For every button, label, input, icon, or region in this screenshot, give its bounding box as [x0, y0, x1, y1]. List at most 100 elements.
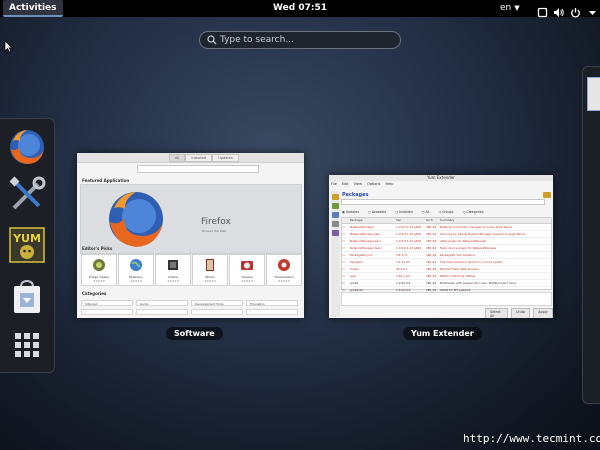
- search-input[interactable]: [220, 33, 395, 47]
- groups-icon[interactable]: [332, 203, 339, 209]
- row-checkbox[interactable]: ☐: [342, 252, 350, 258]
- category-button[interactable]: [81, 309, 133, 315]
- select-column-header[interactable]: [342, 218, 350, 223]
- row-checkbox[interactable]: ☐: [342, 273, 350, 279]
- category-button[interactable]: [191, 309, 243, 315]
- table-row[interactable]: ☐ PackageKit-yum 0.8.17-1 x86_64 PackageKit …: [342, 252, 551, 259]
- filter-groups[interactable]: ○ Groups: [438, 210, 453, 214]
- pick-tile[interactable]: Cheese ★★★★★: [229, 254, 265, 286]
- row-checkbox[interactable]: ☐: [342, 245, 350, 251]
- filter-installed[interactable]: ○ Installed: [395, 210, 412, 214]
- filter-updates[interactable]: ◉ Updates: [342, 210, 359, 214]
- undo-button[interactable]: Undo: [510, 308, 531, 318]
- table-cell: fileystem: [350, 260, 363, 264]
- table-cell: NetworkManager-team: [350, 246, 383, 250]
- workspace-switcher: [582, 66, 600, 404]
- category-button[interactable]: Development Tools: [191, 300, 243, 306]
- packages-icon[interactable]: [332, 194, 339, 200]
- power-icon[interactable]: [570, 3, 581, 18]
- pick-tile[interactable]: Videos ★★★★★: [155, 254, 191, 286]
- tab-installed[interactable]: Installed: [185, 154, 213, 162]
- volume-icon[interactable]: [553, 3, 564, 17]
- pick-tile[interactable]: Transmission ★★★★★: [266, 254, 302, 286]
- table-row[interactable]: ☐ NetworkManager-glib 1:0.9.9.1-13.git20 x8…: [342, 231, 551, 238]
- menu-view[interactable]: View: [354, 182, 362, 186]
- filter-all[interactable]: ○ All: [422, 210, 430, 214]
- package-info-pane: [341, 292, 552, 306]
- language-menu[interactable]: en ▼: [500, 0, 520, 17]
- column-header[interactable]: Package: [350, 218, 396, 223]
- table-row[interactable]: ☐ grub2 1:2.02-0.2 x86_64 Bootloader with su…: [342, 280, 551, 287]
- pick-tile[interactable]: Epiphany ★★★★★: [118, 254, 154, 286]
- table-cell: 1:0.9.9.1-13.git20: [396, 246, 422, 250]
- firefox-logo-icon: [109, 192, 163, 247]
- software-window[interactable]: All Installed Updates Featured Applicati…: [77, 153, 304, 318]
- menu-options[interactable]: Options: [367, 182, 381, 186]
- table-cell: ADSL plugin for NetworkManager: [440, 239, 487, 243]
- system-menu-chevron-icon[interactable]: [587, 3, 596, 15]
- activities-button[interactable]: Activities: [3, 0, 63, 17]
- sidebar: [331, 191, 340, 317]
- row-checkbox[interactable]: ☐: [342, 266, 350, 272]
- tab-updates[interactable]: Updates: [212, 154, 239, 162]
- select-all-button[interactable]: Select All: [485, 308, 508, 318]
- camera-icon: [241, 261, 253, 270]
- table-cell: The basic directory layout for a Linux s…: [440, 260, 504, 264]
- row-checkbox[interactable]: ☐: [342, 231, 350, 237]
- software-search-input[interactable]: [137, 165, 259, 173]
- row-checkbox[interactable]: ☐: [342, 259, 350, 265]
- queue-icon[interactable]: [332, 212, 339, 218]
- category-button[interactable]: [136, 309, 188, 315]
- header-bar: All Installed Updates: [77, 153, 304, 163]
- pick-tile[interactable]: Books ★★★★★: [192, 254, 228, 286]
- category-button[interactable]: Internet: [81, 300, 133, 306]
- screen-icon[interactable]: [537, 3, 548, 18]
- app-grid-icon[interactable]: [7, 325, 47, 365]
- search-box[interactable]: [199, 31, 401, 49]
- row-checkbox[interactable]: ☐: [342, 280, 350, 286]
- table-cell: x86_64: [426, 253, 437, 257]
- column-header[interactable]: Ver.: [396, 218, 426, 223]
- package-search-input[interactable]: [341, 199, 545, 205]
- firefox-icon[interactable]: [7, 127, 47, 167]
- featured-banner[interactable]: Firefox Browse the Web: [80, 184, 302, 254]
- action-buttons: Select All Undo Apply: [485, 308, 553, 318]
- top-bar: Activities Wed 07:51 en ▼: [0, 0, 600, 18]
- table-cell: x86_64: [426, 246, 437, 250]
- category-button[interactable]: [246, 309, 298, 315]
- table-row[interactable]: ☐ NetworkManager-adsl 1:0.9.9.1-13.git20 x8…: [342, 238, 551, 245]
- table-row[interactable]: ☐ fileystem 3.2-15.el7 x86_64 The basic dire…: [342, 259, 551, 266]
- table-row[interactable]: ☐ NetworkManager-team 1:0.9.9.1-13.git20 x8…: [342, 245, 551, 252]
- table-cell: Libraries for adding NetworkManager supp…: [440, 232, 526, 236]
- yumex-icon[interactable]: YUM: [7, 225, 47, 265]
- column-header[interactable]: Summary: [440, 218, 550, 223]
- filter-label: Groups: [442, 210, 454, 214]
- table-cell: x86_64: [426, 232, 437, 236]
- category-button[interactable]: Audio: [136, 300, 188, 306]
- menu-file[interactable]: File: [331, 182, 337, 186]
- yum-logo-icon: [543, 192, 551, 198]
- category-button[interactable]: Education: [246, 300, 298, 306]
- history-icon[interactable]: [332, 230, 339, 236]
- table-cell: 0.8.17-1: [396, 253, 408, 257]
- column-header[interactable]: Arch.: [426, 218, 440, 223]
- table-row[interactable]: ☐ grep 2.20-1.el7 x86_64 Pattern matching ut…: [342, 273, 551, 280]
- row-checkbox[interactable]: ☐: [342, 238, 350, 244]
- table-row[interactable]: ☐ NetworkManager 1:0.9.9.1-13.git20 x86_64 N…: [342, 224, 551, 231]
- menu-edit[interactable]: Edit: [342, 182, 349, 186]
- workspace-thumbnail[interactable]: [587, 77, 600, 111]
- tools-icon[interactable]: [7, 175, 47, 215]
- tab-all[interactable]: All: [169, 154, 186, 162]
- output-icon[interactable]: [332, 221, 339, 227]
- menu-help[interactable]: Help: [385, 182, 393, 186]
- filter-categories[interactable]: ○ Categories: [463, 210, 484, 214]
- apply-button[interactable]: Apply: [533, 308, 553, 318]
- yum-extender-window[interactable]: Yum Extender File Edit View Options Help…: [329, 175, 553, 318]
- row-checkbox[interactable]: ☐: [342, 224, 350, 230]
- table-row[interactable]: ☐ firefox 24.5.0-1 x86_64 Mozilla Firefox We…: [342, 266, 551, 273]
- software-bag-icon[interactable]: [7, 277, 47, 317]
- clock[interactable]: Wed 07:51: [273, 3, 327, 13]
- filter-available[interactable]: ○ Available: [368, 210, 386, 214]
- search-icon: [207, 35, 217, 45]
- pick-tile[interactable]: Image Viewer ★★★★★: [81, 254, 117, 286]
